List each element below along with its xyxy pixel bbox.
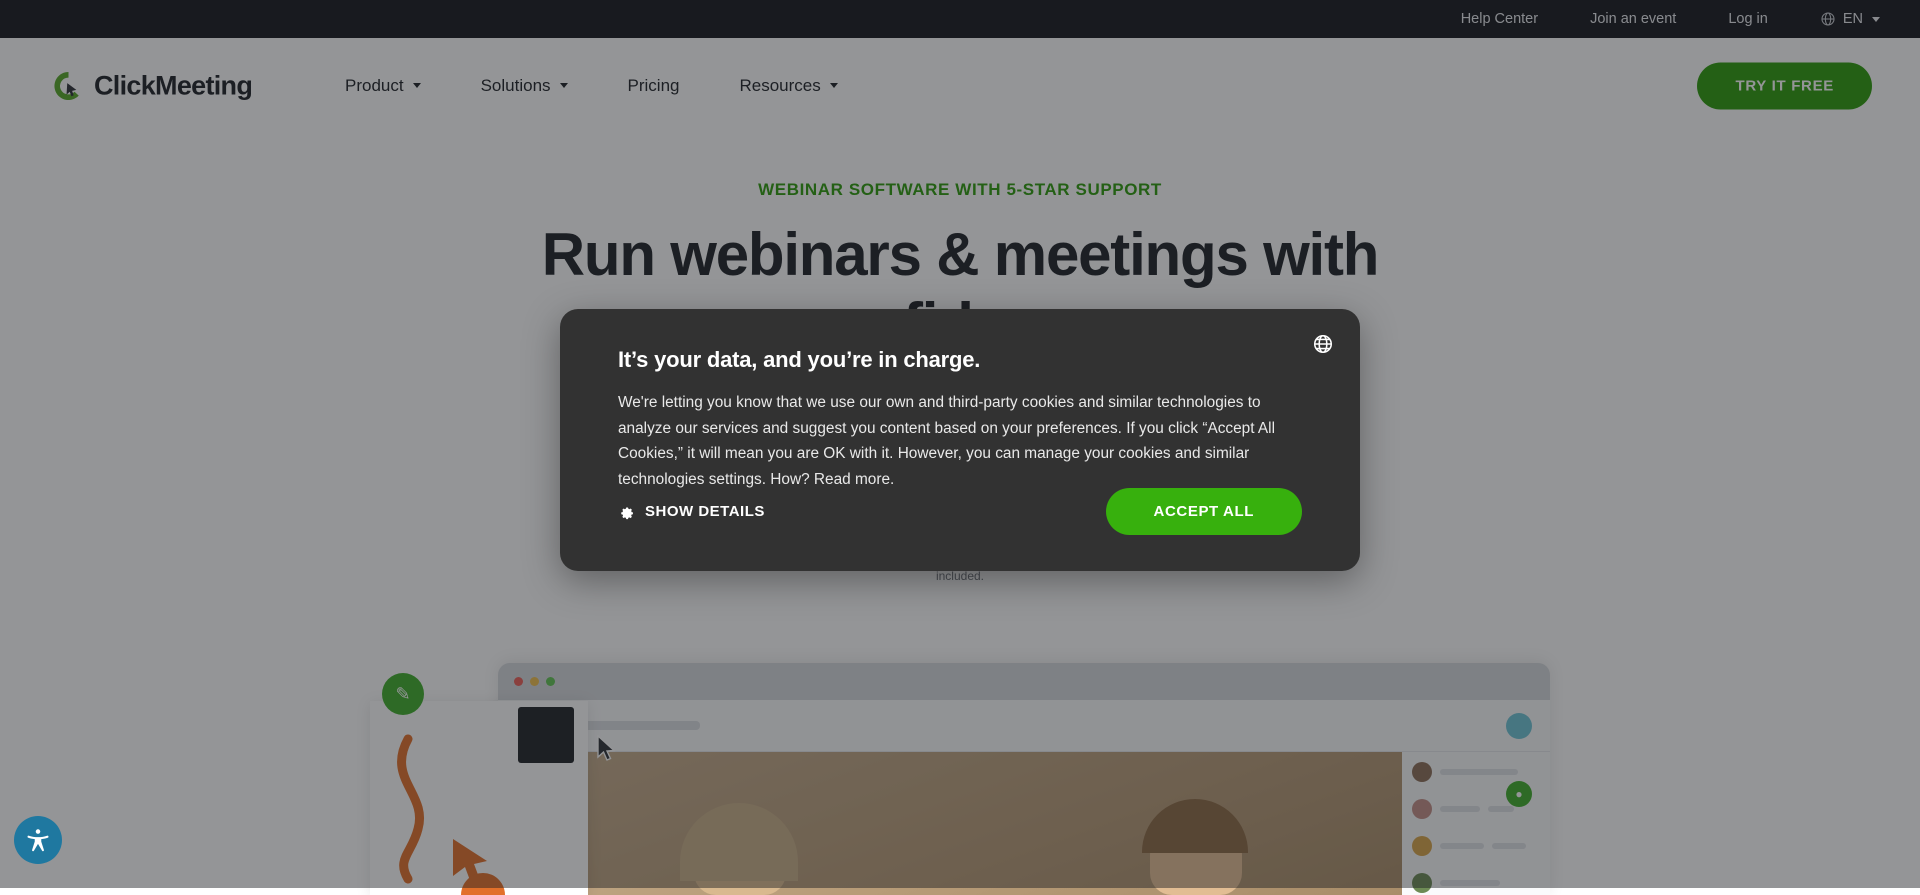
accept-all-button[interactable]: ACCEPT ALL bbox=[1105, 488, 1302, 535]
accessibility-icon bbox=[27, 829, 49, 852]
cookie-modal-body: We're letting you know that we use our o… bbox=[618, 394, 1276, 488]
cookie-modal-title: It’s your data, and you’re in charge. bbox=[618, 347, 981, 372]
show-details-button[interactable]: SHOW DETAILS bbox=[618, 503, 765, 520]
gear-icon bbox=[621, 507, 633, 520]
cookie-modal-actions: SHOW DETAILS ACCEPT ALL bbox=[618, 488, 1302, 535]
accessibility-button[interactable] bbox=[14, 816, 62, 864]
show-details-label: SHOW DETAILS bbox=[645, 503, 765, 520]
globe-icon[interactable] bbox=[1312, 333, 1334, 355]
cookie-consent-modal: It’s your data, and you’re in charge. We… bbox=[560, 309, 1360, 571]
page-root: Help Center Join an event Log in EN Clic… bbox=[0, 0, 1920, 895]
